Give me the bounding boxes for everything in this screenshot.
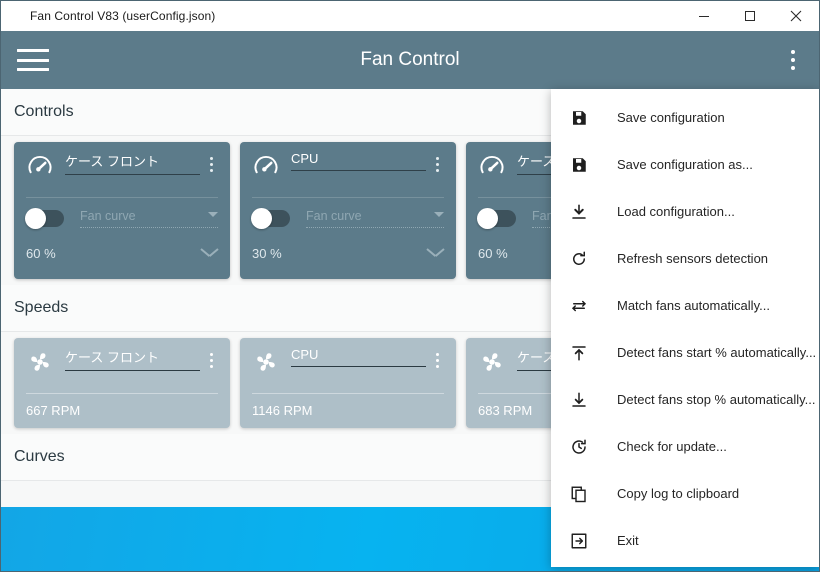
speed-card-header: CPU [252, 347, 444, 389]
control-card-body: Fan curve [251, 198, 444, 238]
expand-chevron-icon[interactable] [201, 248, 218, 258]
save-icon [568, 107, 590, 129]
application-window: Fan Control V83 (userConfig.json) Fan Co… [0, 0, 820, 572]
menu-item-label: Refresh sensors detection [617, 251, 769, 266]
section-title-speeds: Speeds [14, 299, 69, 316]
clock-refresh-icon [568, 436, 590, 458]
menu-item-match-fans[interactable]: Match fans automatically... [551, 282, 819, 329]
control-name-field[interactable]: ケース フロント [65, 151, 200, 175]
control-enable-toggle[interactable] [25, 207, 64, 229]
menu-item-label: Detect fans start % automatically... [617, 345, 817, 360]
menu-item-copy-log[interactable]: Copy log to clipboard [551, 470, 819, 517]
speed-rpm: 667 RPM [26, 403, 81, 418]
menu-item-label: Match fans automatically... [617, 298, 770, 313]
control-name: ケース フロント [65, 154, 159, 169]
control-name: CPU [291, 151, 319, 166]
exit-icon [568, 530, 590, 552]
window-title: Fan Control V83 (userConfig.json) [30, 9, 216, 23]
download-icon [568, 201, 590, 223]
menu-item-load-configuration[interactable]: Load configuration... [551, 188, 819, 235]
save-as-icon [568, 154, 590, 176]
speed-card[interactable]: ケース フロント 667 RPM [14, 338, 230, 428]
title-bar: Fan Control V83 (userConfig.json) [1, 1, 819, 31]
fan-curve-select[interactable]: Fan curve [80, 209, 218, 228]
control-card-footer: 60 % [26, 238, 218, 268]
control-card-menu-icon[interactable] [430, 151, 444, 177]
control-enable-toggle[interactable] [477, 207, 516, 229]
fan-icon [26, 348, 54, 376]
maximize-button[interactable] [727, 1, 773, 31]
kebab-menu-icon[interactable] [779, 45, 807, 75]
swap-arrows-icon [568, 295, 590, 317]
menu-item-label: Copy log to clipboard [617, 486, 740, 501]
select-underline [306, 226, 444, 228]
menu-item-detect-stop-percent[interactable]: Detect fans stop % automatically... [551, 376, 819, 423]
hamburger-icon[interactable] [17, 47, 49, 73]
menu-item-refresh-sensors[interactable]: Refresh sensors detection [551, 235, 819, 282]
window-controls [681, 1, 819, 31]
gauge-icon [478, 153, 506, 181]
close-button[interactable] [773, 1, 819, 31]
control-card-body: Fan curve [25, 198, 218, 238]
control-card-menu-icon[interactable] [204, 151, 218, 177]
name-underline [291, 170, 426, 171]
control-card-footer: 30 % [252, 238, 444, 268]
control-percent: 30 % [252, 245, 282, 261]
fan-icon [252, 348, 280, 376]
control-card[interactable]: ケース フロント Fan curve 60 % [14, 142, 230, 279]
speed-name-field[interactable]: ケース フロント [65, 347, 200, 371]
menu-item-save-configuration[interactable]: Save configuration [551, 94, 819, 141]
name-underline [65, 370, 200, 371]
chevron-down-icon [434, 211, 444, 217]
expand-chevron-icon[interactable] [427, 248, 444, 258]
fan-curve-placeholder: Fan curve [306, 208, 362, 223]
speed-name-field[interactable]: CPU [291, 347, 426, 367]
speed-name: CPU [291, 347, 319, 362]
speed-card-menu-icon[interactable] [204, 347, 218, 373]
gauge-icon [252, 153, 280, 181]
chevron-down-icon [208, 211, 218, 217]
control-card[interactable]: CPU Fan curve 30 % [240, 142, 456, 279]
arrow-up-bar-icon [568, 342, 590, 364]
section-title-curves: Curves [14, 448, 65, 465]
app-title: Fan Control [360, 49, 460, 70]
speed-card-header: ケース フロント [26, 347, 218, 389]
app-header: Fan Control [1, 31, 819, 89]
menu-item-label: Exit [617, 533, 639, 548]
menu-item-save-configuration-as[interactable]: Save configuration as... [551, 141, 819, 188]
select-underline [80, 226, 218, 228]
fan-curve-select[interactable]: Fan curve [306, 209, 444, 228]
control-enable-toggle[interactable] [251, 207, 290, 229]
control-card-header: ケース フロント [26, 151, 218, 193]
gauge-icon [26, 153, 54, 181]
menu-item-label: Load configuration... [617, 204, 735, 219]
speed-name: ケース フロント [65, 350, 159, 365]
menu-item-label: Save configuration as... [617, 157, 753, 172]
menu-item-exit[interactable]: Exit [551, 517, 819, 564]
control-name-field[interactable]: CPU [291, 151, 426, 171]
control-card-header: CPU [252, 151, 444, 193]
speed-rpm: 1146 RPM [252, 403, 313, 418]
menu-item-check-for-update[interactable]: Check for update... [551, 423, 819, 470]
name-underline [65, 174, 200, 175]
refresh-icon [568, 248, 590, 270]
name-underline [291, 366, 426, 367]
speed-card[interactable]: CPU 1146 RPM [240, 338, 456, 428]
section-title-controls: Controls [14, 103, 74, 120]
menu-item-label: Save configuration [617, 110, 725, 125]
speed-card-menu-icon[interactable] [430, 347, 444, 373]
control-percent: 60 % [478, 245, 508, 261]
menu-item-detect-start-percent[interactable]: Detect fans start % automatically... [551, 329, 819, 376]
menu-item-label: Check for update... [617, 439, 727, 454]
fan-curve-placeholder: Fan curve [80, 208, 136, 223]
copy-icon [568, 483, 590, 505]
menu-item-label: Detect fans stop % automatically... [617, 392, 816, 407]
overflow-menu: Save configuration Save configuration as… [551, 89, 819, 567]
minimize-button[interactable] [681, 1, 727, 31]
arrow-down-bar-icon [568, 389, 590, 411]
fan-icon [478, 348, 506, 376]
control-percent: 60 % [26, 245, 56, 261]
